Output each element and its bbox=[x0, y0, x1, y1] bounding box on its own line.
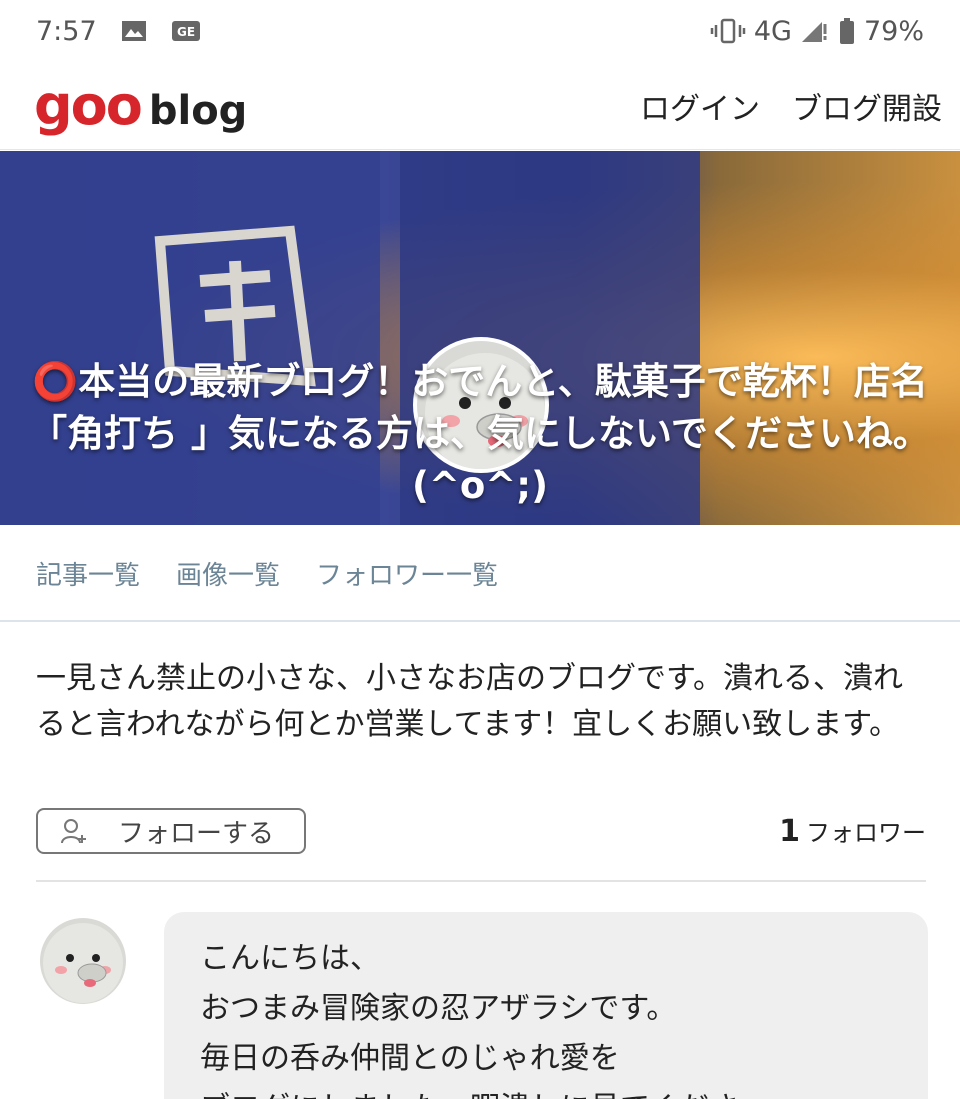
message-line: 毎日の呑み仲間とのじゃれ愛を bbox=[200, 1041, 620, 1076]
blog-header-banner: ⭕本当の最新ブログ！おでんと、駄菓子で乾杯！店名「角打ち 」気になる方は、気にし… bbox=[0, 151, 960, 525]
follower-count-link[interactable]: 1 フォロワー bbox=[779, 813, 926, 849]
network-type: 4G bbox=[753, 15, 792, 47]
follower-count: 1 bbox=[779, 814, 800, 849]
blog-description: 一見さん禁止の小さな、小さなお店のブログです。潰れる、潰れると言われながら何とか… bbox=[36, 661, 903, 742]
blog-tabs: 記事一覧 画像一覧 フォロワー一覧 bbox=[0, 526, 960, 622]
image-icon bbox=[121, 20, 147, 42]
divider bbox=[36, 880, 926, 882]
message-line: ブログにしました。暇潰しに見てくださ bbox=[200, 1084, 892, 1099]
add-user-icon bbox=[60, 817, 88, 845]
author-message-bubble: こんにちは、 おつまみ冒険家の忍アザラシです。 毎日の呑み仲間とのじゃれ愛を ブ… bbox=[164, 912, 928, 1099]
follower-label: フォロワー bbox=[806, 819, 926, 847]
app-header: goo blog ログイン ブログ開設 bbox=[0, 62, 960, 150]
author-avatar[interactable] bbox=[40, 918, 126, 1004]
status-bar: 7:57 GE 4G 79% bbox=[0, 0, 960, 62]
signal-icon bbox=[800, 18, 830, 44]
follow-button[interactable]: フォローする bbox=[36, 808, 306, 854]
follow-button-label: フォローする bbox=[118, 818, 275, 849]
open-blog-link[interactable]: ブログ開設 bbox=[792, 84, 942, 128]
ge-icon: GE bbox=[171, 20, 201, 42]
logo-goo: goo bbox=[34, 73, 143, 137]
tab-images[interactable]: 画像一覧 bbox=[176, 555, 280, 592]
blog-title: ⭕本当の最新ブログ！おでんと、駄菓子で乾杯！店名「角打ち 」気になる方は、気にし… bbox=[30, 360, 930, 507]
battery-icon bbox=[838, 17, 856, 45]
vibrate-icon bbox=[710, 18, 746, 44]
message-line: おつまみ冒険家の忍アザラシです。 bbox=[200, 991, 677, 1026]
tab-articles[interactable]: 記事一覧 bbox=[36, 555, 140, 592]
follow-row: フォローする 1 フォロワー bbox=[36, 808, 926, 854]
header-nav: ログイン ブログ開設 bbox=[640, 84, 942, 128]
message-line: こんにちは、 bbox=[200, 941, 380, 976]
login-link[interactable]: ログイン bbox=[640, 84, 760, 128]
svg-text:GE: GE bbox=[177, 25, 195, 39]
tab-followers[interactable]: フォロワー一覧 bbox=[316, 555, 498, 592]
battery-percent: 79% bbox=[863, 15, 924, 47]
logo-blog: blog bbox=[148, 87, 248, 134]
status-time: 7:57 bbox=[36, 15, 97, 47]
goo-blog-logo[interactable]: goo blog bbox=[34, 73, 248, 137]
